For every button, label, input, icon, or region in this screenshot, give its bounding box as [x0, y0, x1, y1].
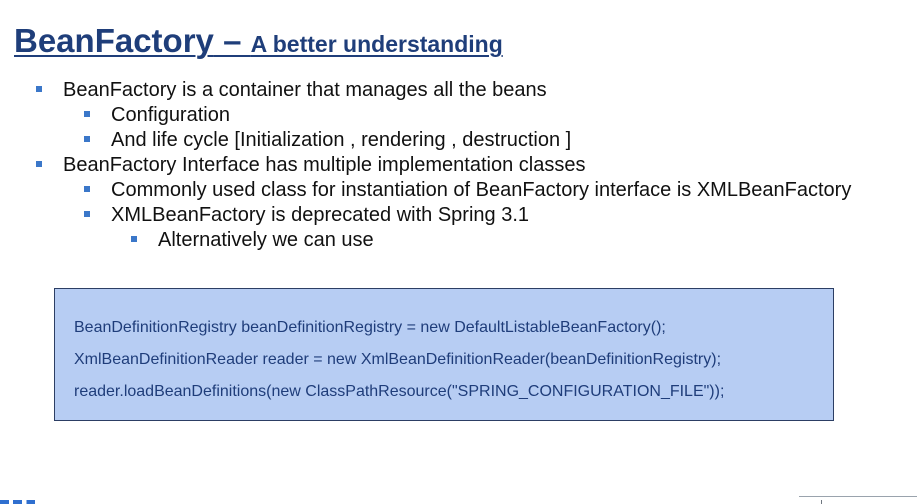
square-bullet-icon — [84, 211, 90, 217]
square-bullet-icon — [36, 161, 42, 167]
bullet-text: And life cycle [Initialization , renderi… — [111, 129, 572, 151]
square-bullet-icon — [84, 111, 90, 117]
bullet-text: XMLBeanFactory is deprecated with Spring… — [111, 204, 529, 226]
code-line: BeanDefinitionRegistry beanDefinitionReg… — [74, 319, 666, 336]
footer-tick — [821, 500, 822, 504]
code-line: reader.loadBeanDefinitions(new ClassPath… — [74, 383, 725, 400]
square-bullet-icon — [36, 86, 42, 92]
bullet-text: Alternatively we can use — [158, 229, 374, 251]
bullet-text: Commonly used class for instantiation of… — [111, 179, 852, 201]
footer-divider — [799, 496, 917, 497]
code-snippet-box: BeanDefinitionRegistry beanDefinitionReg… — [54, 288, 834, 421]
code-line: XmlBeanDefinitionReader reader = new Xml… — [74, 351, 722, 368]
slide-title: BeanFactory – A better understanding — [14, 22, 503, 60]
slide-title-subtitle: A better understanding — [250, 31, 503, 57]
footer-logo-fragment — [0, 500, 44, 504]
bullet-text: BeanFactory Interface has multiple imple… — [63, 154, 586, 176]
slide-title-dash: – — [213, 22, 251, 59]
bullet-text: Configuration — [111, 104, 230, 126]
square-bullet-icon — [84, 186, 90, 192]
square-bullet-icon — [131, 236, 137, 242]
bullet-text: BeanFactory is a container that manages … — [63, 79, 547, 101]
slide-title-main: BeanFactory — [14, 22, 214, 59]
square-bullet-icon — [84, 136, 90, 142]
